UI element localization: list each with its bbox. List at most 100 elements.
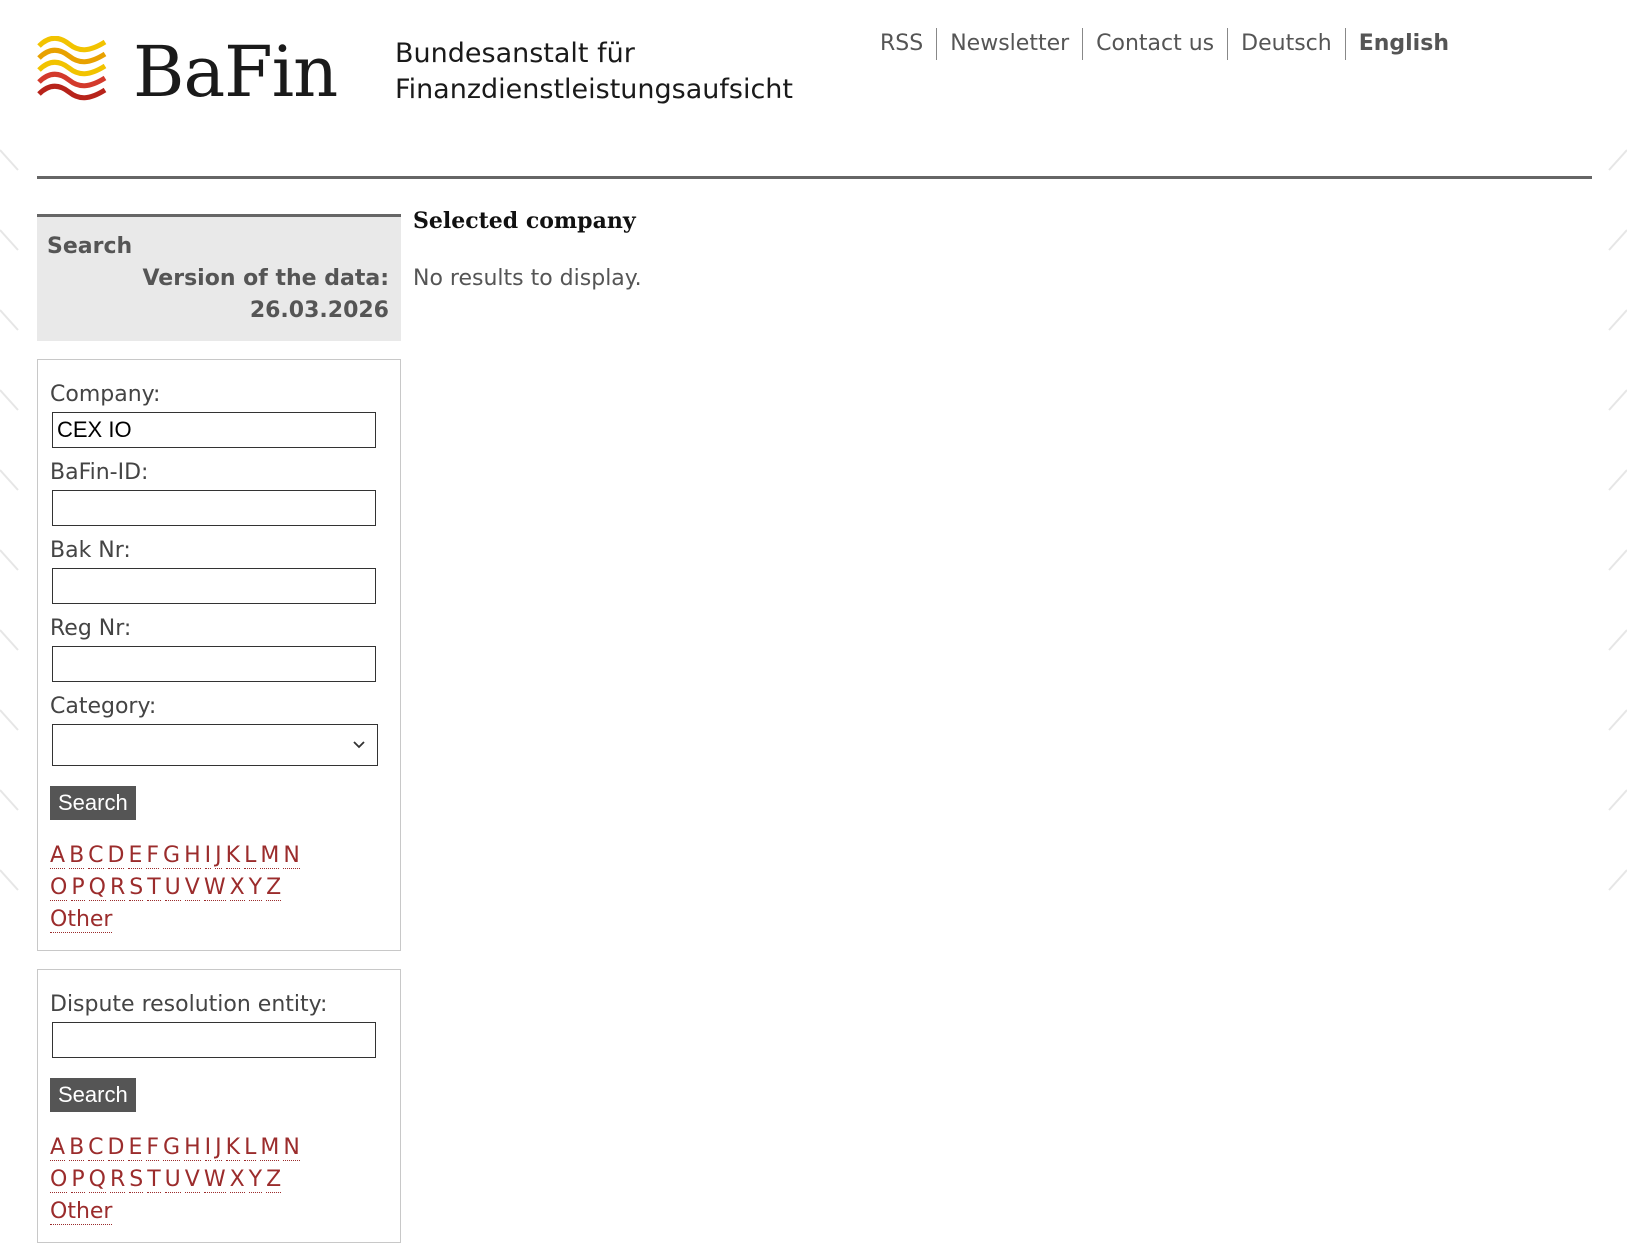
decorative-pattern-right (1608, 149, 1627, 891)
letter-link[interactable]: K (225, 843, 241, 869)
decorative-pattern-left (0, 149, 19, 891)
other-link[interactable]: Other (50, 1199, 113, 1225)
company-input[interactable] (52, 412, 376, 448)
alphabet-row-3: Other (50, 904, 388, 936)
brand-name[interactable]: BaFin (133, 24, 338, 120)
letter-link[interactable]: J (215, 1135, 222, 1161)
letter-link[interactable]: D (107, 843, 125, 869)
letter-link[interactable]: I (204, 843, 212, 869)
letter-link[interactable]: N (283, 843, 300, 869)
alphabet-row-2: OPQRSTUVWXYZ (50, 1164, 388, 1196)
dispute-search-button[interactable]: Search (50, 1078, 136, 1112)
company-label: Company: (50, 382, 161, 407)
reg-nr-input[interactable] (52, 646, 376, 682)
letter-link[interactable]: V (184, 1167, 200, 1193)
version-label: Version of the data: (142, 266, 389, 291)
nav-contact-us[interactable]: Contact us (1082, 28, 1227, 60)
reg-nr-label: Reg Nr: (50, 616, 132, 641)
letter-link[interactable]: G (163, 1135, 181, 1161)
letter-link[interactable]: F (146, 1135, 160, 1161)
letter-link[interactable]: S (129, 875, 144, 901)
letter-link[interactable]: O (50, 1167, 68, 1193)
letter-link[interactable]: N (283, 1135, 300, 1161)
letter-link[interactable]: M (260, 1135, 280, 1161)
letter-link[interactable]: G (163, 843, 181, 869)
letter-link[interactable]: H (184, 1135, 201, 1161)
letter-link[interactable]: Z (266, 1167, 282, 1193)
letter-link[interactable]: T (147, 1167, 161, 1193)
dispute-input[interactable] (52, 1022, 376, 1058)
bak-nr-label: Bak Nr: (50, 538, 131, 563)
nav-deutsch[interactable]: Deutsch (1227, 28, 1345, 60)
search-button[interactable]: Search (50, 786, 136, 820)
version-date: 26.03.2026 (249, 298, 389, 323)
no-results-message: No results to display. (413, 266, 642, 291)
company-search-form: Company: BaFin-ID: Bak Nr: Reg Nr: Categ… (37, 359, 401, 951)
letter-link[interactable]: A (50, 843, 66, 869)
letter-link[interactable]: J (215, 843, 222, 869)
letter-link[interactable]: C (88, 843, 104, 869)
letter-link[interactable]: T (147, 875, 161, 901)
category-select[interactable] (52, 724, 378, 766)
letter-link[interactable]: P (71, 875, 85, 901)
brand-subtitle-line1: Bundesanstalt für (395, 38, 635, 69)
alphabet-row-2: OPQRSTUVWXYZ (50, 872, 388, 904)
letter-link[interactable]: Z (266, 875, 282, 901)
dispute-search-form: Dispute resolution entity: Search ABCDEF… (37, 969, 401, 1243)
letter-link[interactable]: R (109, 1167, 126, 1193)
brand-subtitle: Bundesanstalt für Finanzdienstleistungsa… (395, 36, 793, 108)
letter-link[interactable]: V (184, 875, 200, 901)
letter-link[interactable]: C (88, 1135, 104, 1161)
letter-link[interactable]: Q (88, 1167, 106, 1193)
letter-link[interactable]: S (129, 1167, 144, 1193)
letter-link[interactable]: B (69, 843, 85, 869)
letter-link[interactable]: P (71, 1167, 85, 1193)
bak-nr-input[interactable] (52, 568, 376, 604)
letter-link[interactable]: M (260, 843, 280, 869)
letter-link[interactable]: K (225, 1135, 241, 1161)
bafin-id-input[interactable] (52, 490, 376, 526)
nav-newsletter[interactable]: Newsletter (936, 28, 1082, 60)
header-divider (37, 176, 1592, 179)
nav-english[interactable]: English (1344, 28, 1462, 60)
letter-link[interactable]: E (128, 1135, 143, 1161)
bafin-id-label: BaFin-ID: (50, 460, 149, 485)
nav-rss[interactable]: RSS (867, 28, 936, 60)
letter-link[interactable]: L (244, 843, 257, 869)
letter-link[interactable]: X (229, 1167, 245, 1193)
letter-link[interactable]: U (164, 1167, 181, 1193)
alphabet-row-1: ABCDEFGHIJKLMN (50, 840, 388, 872)
letter-link[interactable]: Q (88, 875, 106, 901)
letter-link[interactable]: Y (248, 875, 263, 901)
bafin-logo-icon[interactable] (37, 36, 109, 106)
letter-link[interactable]: L (244, 1135, 257, 1161)
letter-link[interactable]: H (184, 843, 201, 869)
chevron-down-icon (353, 741, 365, 749)
dispute-alphabet-index: ABCDEFGHIJKLMN OPQRSTUVWXYZ Other (50, 1132, 388, 1228)
page-title: Selected company (413, 208, 636, 234)
brand-subtitle-line2: Finanzdienstleistungsaufsicht (395, 74, 793, 105)
letter-link[interactable]: B (69, 1135, 85, 1161)
letter-link[interactable]: W (203, 1167, 226, 1193)
letter-link[interactable]: U (164, 875, 181, 901)
letter-link[interactable]: I (204, 1135, 212, 1161)
letter-link[interactable]: X (229, 875, 245, 901)
letter-link[interactable]: O (50, 875, 68, 901)
dispute-label: Dispute resolution entity: (50, 992, 328, 1017)
site-header: BaFin Bundesanstalt für Finanzdienstleis… (37, 0, 1592, 178)
letter-link[interactable]: F (146, 843, 160, 869)
category-label: Category: (50, 694, 157, 719)
other-link[interactable]: Other (50, 907, 113, 933)
top-navigation: RSS Newsletter Contact us Deutsch Englis… (867, 28, 1462, 60)
letter-link[interactable]: E (128, 843, 143, 869)
letter-link[interactable]: W (203, 875, 226, 901)
main-content: Selected company No results to display. (413, 206, 642, 294)
company-alphabet-index: ABCDEFGHIJKLMN OPQRSTUVWXYZ Other (50, 840, 388, 936)
alphabet-row-1: ABCDEFGHIJKLMN (50, 1132, 388, 1164)
alphabet-row-3: Other (50, 1196, 388, 1228)
letter-link[interactable]: D (107, 1135, 125, 1161)
sidebar: Search Version of the data: 26.03.2026 C… (37, 214, 401, 1243)
letter-link[interactable]: R (109, 875, 126, 901)
letter-link[interactable]: A (50, 1135, 66, 1161)
letter-link[interactable]: Y (248, 1167, 263, 1193)
